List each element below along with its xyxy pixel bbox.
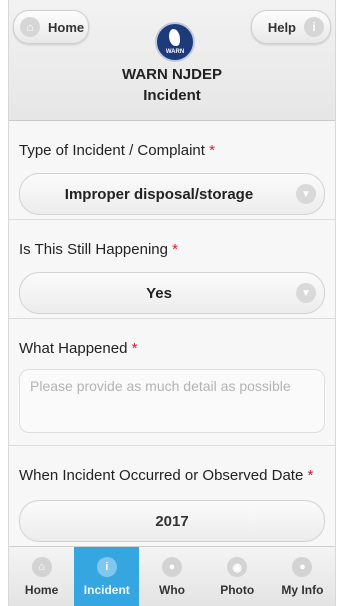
date-select[interactable]: 2017 — [19, 500, 325, 542]
title-line-1: WARN NJDEP — [121, 66, 222, 83]
what-happened-textarea[interactable]: Please provide as much detail as possibl… — [19, 369, 325, 433]
tab-home[interactable]: ⌂ Home — [9, 547, 74, 606]
tab-who[interactable]: ● Who — [139, 547, 204, 606]
field-type-of-incident: Type of Incident / Complaint * Improper … — [9, 121, 335, 220]
help-button-label: Help — [267, 19, 296, 35]
tab-label: Who — [159, 583, 185, 597]
chevron-down-icon: ▼ — [296, 184, 316, 204]
chevron-down-icon: ▼ — [296, 283, 316, 303]
label-text: What Happened — [19, 340, 128, 357]
tab-my-info[interactable]: ● My Info — [270, 547, 335, 606]
tab-photo[interactable]: ◉ Photo — [205, 547, 270, 606]
field-still-happening: Is This Still Happening * Yes ▼ — [9, 220, 335, 319]
selected-value: Yes — [146, 284, 172, 302]
home-icon: ⌂ — [20, 17, 40, 37]
user-icon: ● — [292, 557, 313, 577]
incident-type-select[interactable]: Improper disposal/storage ▼ — [19, 173, 325, 215]
required-mark: * — [307, 467, 314, 484]
person-icon: ● — [162, 557, 182, 577]
form-content[interactable]: Type of Incident / Complaint * Improper … — [9, 121, 335, 546]
help-button[interactable]: Help i — [251, 10, 331, 44]
field-label: When Incident Occurred or Observed Date … — [19, 466, 325, 486]
label-text: Type of Incident / Complaint — [19, 142, 205, 159]
home-button-label: Home — [48, 19, 85, 35]
tab-label: Home — [24, 583, 59, 597]
header-bar: ⌂ Home WARN Help i WARN NJDEP Incident — [9, 0, 335, 121]
info-icon: i — [96, 557, 117, 577]
field-label: Is This Still Happening * — [19, 240, 325, 260]
title-line-2: Incident — [143, 87, 201, 104]
tab-label: Photo — [220, 583, 255, 597]
page-title: WARN NJDEP Incident — [9, 64, 335, 106]
required-mark: * — [131, 340, 138, 357]
still-happening-select[interactable]: Yes ▼ — [19, 272, 325, 314]
home-button[interactable]: ⌂ Home — [13, 10, 89, 44]
label-text: When Incident Occurred or Observed Date — [19, 467, 304, 484]
field-what-happened: What Happened * Please provide as much d… — [9, 319, 335, 446]
tab-label: My Info — [281, 583, 324, 597]
field-label: Type of Incident / Complaint * — [19, 141, 325, 161]
nj-state-shape-icon — [169, 29, 180, 46]
selected-value: Improper disposal/storage — [64, 185, 254, 203]
warn-logo: WARN — [155, 22, 195, 62]
info-icon: i — [304, 17, 324, 37]
app-frame: ⌂ Home WARN Help i WARN NJDEP Incident T… — [8, 0, 336, 606]
required-mark: * — [209, 142, 215, 159]
field-when-occurred: When Incident Occurred or Observed Date … — [9, 446, 335, 546]
date-value: 2017 — [155, 512, 189, 530]
tab-incident[interactable]: i Incident — [74, 547, 140, 606]
home-icon: ⌂ — [31, 557, 52, 577]
bottom-tab-bar: ⌂ Home i Incident ● Who ◉ Photo ● My Inf… — [9, 546, 335, 606]
field-label: What Happened * — [19, 339, 325, 359]
required-mark: * — [172, 241, 178, 258]
camera-icon: ◉ — [227, 557, 248, 577]
label-text: Is This Still Happening — [19, 241, 168, 258]
tab-label: Incident — [83, 583, 130, 597]
logo-text: WARN — [165, 49, 185, 55]
